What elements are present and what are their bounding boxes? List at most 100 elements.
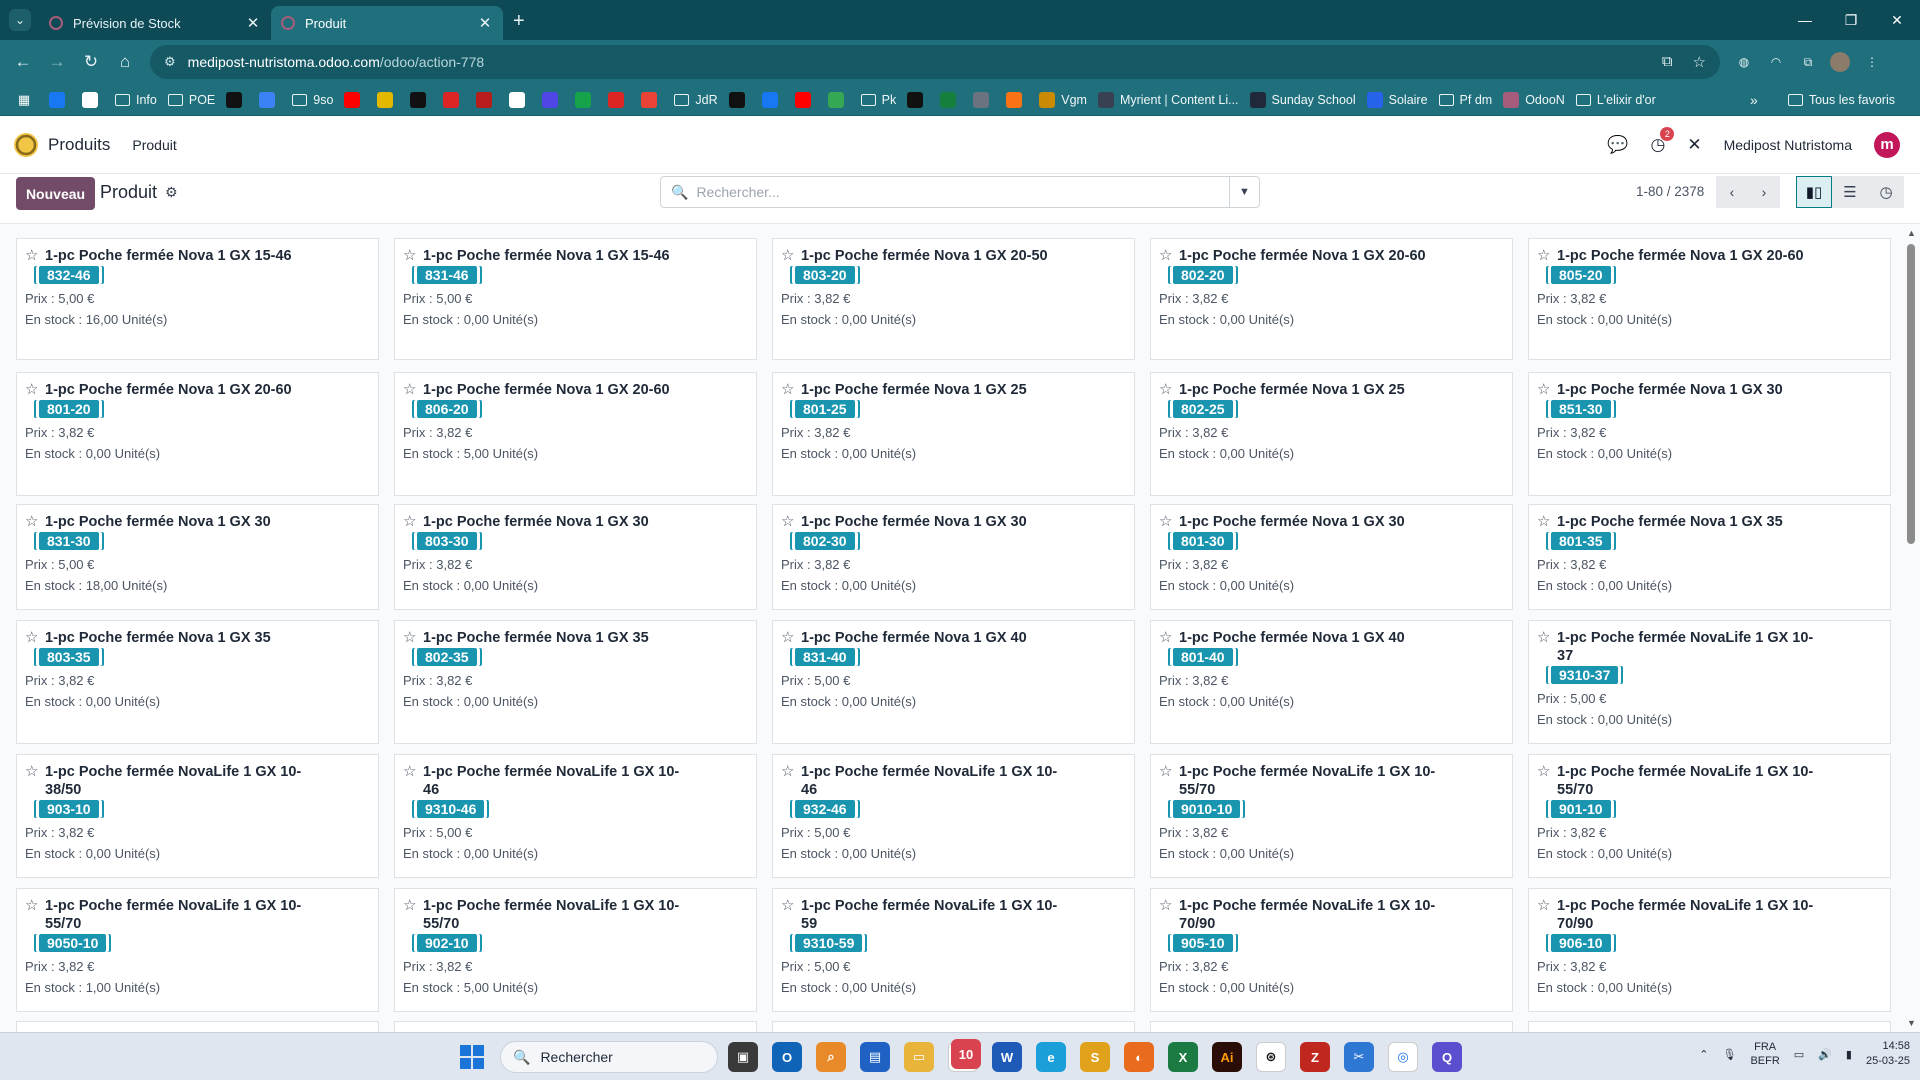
- product-card[interactable]: ☆ 1-pc Poche fermée NovaLife 1 GX 10-59 93…: [772, 888, 1135, 1012]
- app-logo-icon[interactable]: [14, 132, 38, 157]
- product-card[interactable]: ☆ 1-pc Poche fermée Nova 1 GX 20-50 803-20…: [772, 238, 1135, 360]
- favorite-star-icon[interactable]: ☆: [25, 897, 39, 915]
- extension-icon[interactable]: ◍: [1734, 52, 1754, 72]
- product-card[interactable]: ☆ 1-pc Poche fermée Nova 1 GX 30 803-30 Pri…: [394, 504, 757, 610]
- favorite-star-icon[interactable]: ☆: [25, 381, 39, 399]
- bookmark-calc-app[interactable]: [728, 91, 751, 108]
- favorite-star-icon[interactable]: ☆: [1537, 247, 1551, 265]
- bookmark-youtube[interactable]: [794, 91, 817, 108]
- bookmark-a-app[interactable]: [410, 91, 432, 108]
- product-card[interactable]: ☆ 1-pc Poche fermée Nova 1 GX 30 801-30 Pri…: [1150, 504, 1513, 610]
- clock[interactable]: 14:58 25-03-25: [1866, 1039, 1910, 1069]
- product-card[interactable]: ☆ 1-pc Poche fermée Nova 1 GX 20-60 806-20…: [394, 372, 757, 496]
- product-card[interactable]: ☆ 1-pc Poche fermée NovaLife 1 GX 10-55/7…: [1528, 754, 1891, 878]
- activity-view-button[interactable]: ◷: [1868, 176, 1904, 208]
- favorite-star-icon[interactable]: ☆: [25, 513, 39, 531]
- bookmark-vgm[interactable]: Vgm: [1039, 91, 1087, 108]
- file-explorer-icon[interactable]: ▭: [904, 1042, 934, 1072]
- product-card[interactable]: ☆ 1-pc Poche fermée Nova 1 GX 30 851-30 Pri…: [1528, 372, 1891, 496]
- bookmark-cap[interactable]: [259, 91, 281, 108]
- site-info-icon[interactable]: ⚙: [164, 54, 176, 70]
- product-card[interactable]: ☆ 1-pc Poche fermée Nova 1 GX 40 801-40 Pri…: [1150, 620, 1513, 744]
- bookmark-facebook[interactable]: [761, 91, 784, 108]
- edge-icon[interactable]: e: [1036, 1042, 1066, 1072]
- favorite-star-icon[interactable]: ☆: [403, 763, 417, 781]
- pager-previous-button[interactable]: ‹: [1716, 176, 1748, 208]
- snipping-tool-icon[interactable]: ✂: [1344, 1042, 1374, 1072]
- favorite-star-icon[interactable]: ☆: [403, 513, 417, 531]
- scrollbar-thumb[interactable]: [1907, 244, 1915, 544]
- product-card[interactable]: ☆ 1-pc Poche fermée Nova 1 GX 40 831-40 Pri…: [772, 620, 1135, 744]
- product-card[interactable]: ☆ 1-pc Poche fermée Nova 1 GX 20-60 805-20…: [1528, 238, 1891, 360]
- product-card[interactable]: [394, 1021, 757, 1032]
- product-card[interactable]: ☆ 1-pc Poche fermée NovaLife 1 GX 10-37 93…: [1528, 620, 1891, 744]
- favorite-star-icon[interactable]: ☆: [1537, 381, 1551, 399]
- url-field[interactable]: ⚙ medipost-nutristoma.odoo.com/odoo/acti…: [150, 45, 1720, 79]
- chatgpt-icon[interactable]: ⊛: [1256, 1042, 1286, 1072]
- favorite-star-icon[interactable]: ☆: [1159, 629, 1173, 647]
- product-card[interactable]: ☆ 1-pc Poche fermée Nova 1 GX 15-46 832-46…: [16, 238, 379, 360]
- volume-icon[interactable]: 🔊: [1818, 1048, 1832, 1061]
- product-card[interactable]: ☆ 1-pc Poche fermée NovaLife 1 GX 10-46 93…: [772, 754, 1135, 878]
- product-card[interactable]: ☆ 1-pc Poche fermée Nova 1 GX 35 801-35 Pri…: [1528, 504, 1891, 610]
- product-card[interactable]: ☆ 1-pc Poche fermée Nova 1 GX 20-60 801-20…: [16, 372, 379, 496]
- favorite-star-icon[interactable]: ☆: [403, 629, 417, 647]
- close-tab-icon[interactable]: ✕: [477, 14, 493, 32]
- install-app-icon[interactable]: ⧉: [1662, 53, 1673, 71]
- product-card[interactable]: ☆ 1-pc Poche fermée NovaLife 1 GX 10-38/5…: [16, 754, 379, 878]
- favorite-star-icon[interactable]: ☆: [1537, 629, 1551, 647]
- bookmark-s-app[interactable]: [226, 91, 248, 108]
- tab-produit[interactable]: Produit ✕: [271, 6, 503, 40]
- favorite-star-icon[interactable]: ☆: [781, 897, 795, 915]
- more-bookmarks-icon[interactable]: »: [1750, 92, 1758, 108]
- user-avatar[interactable]: m: [1874, 131, 1900, 158]
- product-card[interactable]: [1150, 1021, 1513, 1032]
- favorite-star-icon[interactable]: ☆: [1159, 763, 1173, 781]
- forward-arrow-icon[interactable]: →: [40, 45, 74, 79]
- favorite-star-icon[interactable]: ☆: [25, 629, 39, 647]
- product-card[interactable]: ☆ 1-pc Poche fermée Nova 1 GX 15-46 831-46…: [394, 238, 757, 360]
- new-tab-button[interactable]: +: [513, 10, 525, 33]
- kanban-view-button[interactable]: ▮▯: [1796, 176, 1832, 208]
- product-card[interactable]: ☆ 1-pc Poche fermée Nova 1 GX 30 831-30 Pri…: [16, 504, 379, 610]
- product-card[interactable]: ☆ 1-pc Poche fermée Nova 1 GX 25 802-25 Pri…: [1150, 372, 1513, 496]
- browser-menu-icon[interactable]: ⋮: [1862, 52, 1882, 72]
- bookmark-yellow-app[interactable]: [377, 91, 399, 108]
- favorite-star-icon[interactable]: ☆: [781, 763, 795, 781]
- bookmark-green-app[interactable]: [575, 91, 597, 108]
- favorite-star-icon[interactable]: ☆: [1537, 513, 1551, 531]
- favorite-star-icon[interactable]: ☆: [1159, 381, 1173, 399]
- favorite-star-icon[interactable]: ☆: [25, 247, 39, 265]
- apps-grid-icon[interactable]: ▦: [16, 92, 38, 108]
- bookmark-openai[interactable]: [907, 91, 929, 108]
- teams-icon[interactable]: Q: [1432, 1042, 1462, 1072]
- bookmark-pf-dm[interactable]: Pf dm: [1438, 93, 1492, 107]
- bookmark-l-elixir-d-or[interactable]: L'elixir d'or: [1575, 93, 1656, 107]
- bookmark-orange-app[interactable]: [1006, 91, 1028, 108]
- bookmark-info[interactable]: Info: [115, 93, 157, 107]
- bookmark-facebook[interactable]: [49, 91, 71, 108]
- firefox-icon[interactable]: ◐: [1124, 1042, 1154, 1072]
- bookmark-odoon[interactable]: OdooN: [1503, 91, 1565, 108]
- product-card[interactable]: ☆ 1-pc Poche fermée NovaLife 1 GX 10-70/9…: [1150, 888, 1513, 1012]
- word-icon[interactable]: W: [992, 1042, 1022, 1072]
- extension-icon[interactable]: ◠: [1766, 52, 1786, 72]
- bookmark-youtube[interactable]: [344, 91, 366, 108]
- product-card[interactable]: ☆ 1-pc Poche fermée Nova 1 GX 35 803-35 Pri…: [16, 620, 379, 744]
- outlook-icon[interactable]: O: [772, 1042, 802, 1072]
- product-card[interactable]: ☆ 1-pc Poche fermée Nova 1 GX 35 802-35 Pri…: [394, 620, 757, 744]
- product-card[interactable]: ☆ 1-pc Poche fermée NovaLife 1 GX 10-55/7…: [1150, 754, 1513, 878]
- scrollbar[interactable]: ▲ ▼: [1906, 228, 1916, 1028]
- all-bookmarks[interactable]: Tous les favoris: [1787, 93, 1895, 107]
- language-indicator[interactable]: FRA BEFR: [1750, 1040, 1779, 1068]
- bookmark-9so[interactable]: 9so: [292, 93, 333, 107]
- product-card[interactable]: [16, 1021, 379, 1032]
- chevron-up-icon[interactable]: ⌃: [1699, 1048, 1708, 1061]
- product-card[interactable]: ☆ 1-pc Poche fermée NovaLife 1 GX 10-46 93…: [394, 754, 757, 878]
- product-card[interactable]: ☆ 1-pc Poche fermée Nova 1 GX 25 801-25 Pri…: [772, 372, 1135, 496]
- favorite-star-icon[interactable]: ☆: [403, 247, 417, 265]
- scroll-up-icon[interactable]: ▲: [1907, 228, 1916, 238]
- windows-start-icon[interactable]: [460, 1045, 484, 1069]
- gear-icon[interactable]: ⚙: [165, 184, 178, 201]
- display-icon[interactable]: ▭: [1794, 1048, 1804, 1061]
